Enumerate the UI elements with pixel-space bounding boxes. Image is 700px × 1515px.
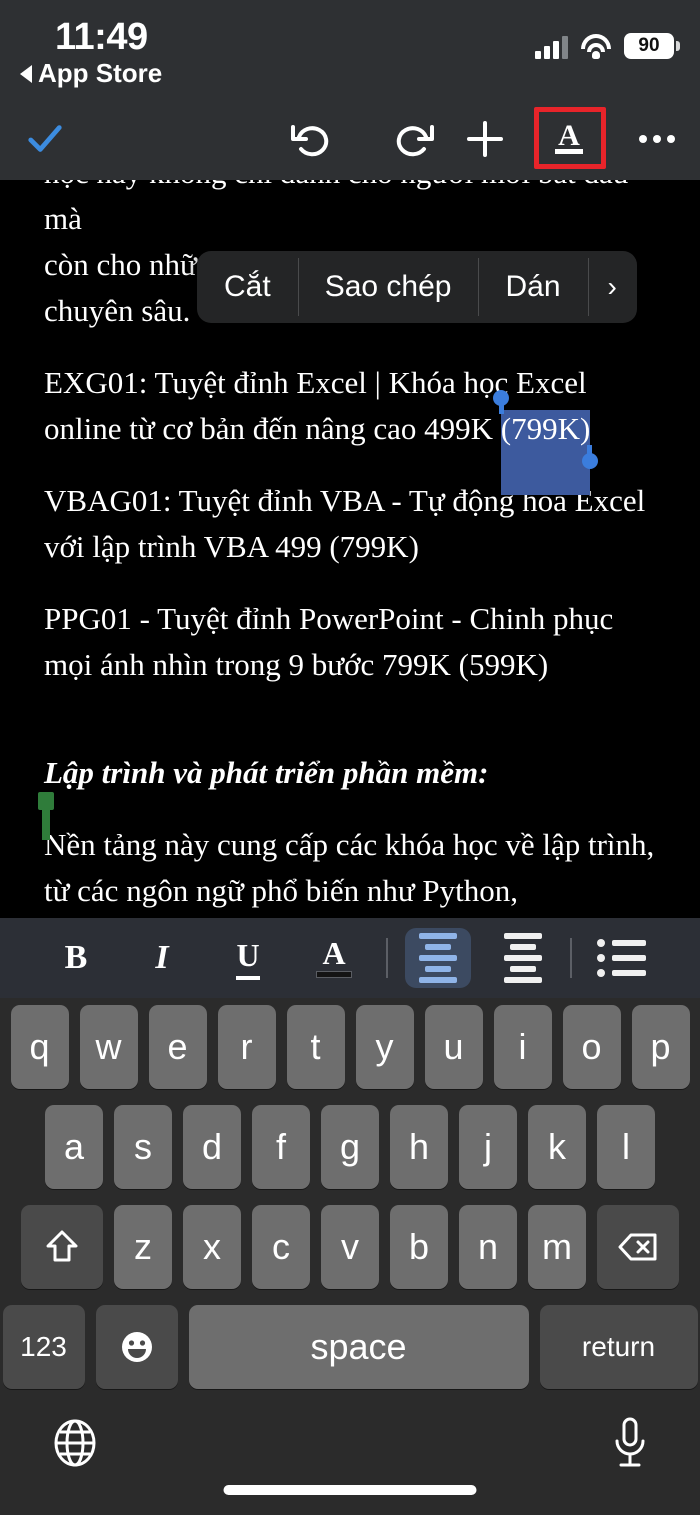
format-button[interactable]: A — [541, 111, 597, 167]
key-n[interactable]: n — [459, 1205, 517, 1289]
underline-label: U — [236, 937, 260, 980]
microphone-key[interactable] — [612, 1416, 648, 1470]
redo-button[interactable] — [385, 111, 441, 167]
context-menu-more-chevron-icon[interactable]: › — [587, 251, 637, 323]
undo-button[interactable] — [284, 111, 340, 167]
insert-button[interactable] — [457, 111, 513, 167]
svg-text:A: A — [558, 119, 580, 152]
selection-extension — [500, 447, 591, 495]
status-bar: 11:49 App Store 90 — [0, 0, 700, 98]
home-indicator[interactable] — [223, 1485, 477, 1495]
context-menu-paste[interactable]: Dán — [478, 251, 587, 323]
more-button[interactable] — [629, 111, 685, 167]
numbers-key[interactable]: 123 — [2, 1305, 85, 1389]
done-check-button[interactable] — [26, 120, 64, 158]
context-menu-cut[interactable]: Cắt — [197, 251, 298, 323]
key-e[interactable]: e — [148, 1005, 207, 1089]
key-r[interactable]: r — [217, 1005, 276, 1089]
text-color-button[interactable]: A — [303, 929, 365, 987]
document-body-after-heading: Nền tảng này cung cấp các khóa học về lậ… — [44, 827, 655, 908]
key-p[interactable]: p — [631, 1005, 690, 1089]
key-s[interactable]: s — [114, 1105, 172, 1189]
phone-screen: 11:49 App Store 90 A mà còn cho những ch… — [0, 0, 700, 1515]
selected-text[interactable]: (799K) — [492, 390, 599, 495]
key-d[interactable]: d — [183, 1105, 241, 1189]
underline-button[interactable]: U — [217, 929, 279, 987]
key-x[interactable]: x — [183, 1205, 241, 1289]
battery-icon: 90 — [624, 33, 680, 59]
key-b[interactable]: b — [390, 1205, 448, 1289]
key-o[interactable]: o — [562, 1005, 621, 1089]
cellular-signal-icon — [535, 35, 568, 59]
align-center-button[interactable] — [492, 929, 554, 987]
return-key[interactable]: return — [539, 1305, 698, 1389]
key-j[interactable]: j — [459, 1105, 517, 1189]
selection-handle-start[interactable] — [492, 390, 509, 406]
shift-icon — [46, 1230, 78, 1262]
key-q[interactable]: q — [10, 1005, 69, 1089]
space-key[interactable]: space — [188, 1305, 529, 1389]
key-y[interactable]: y — [355, 1005, 414, 1089]
format-separator-1 — [386, 938, 388, 978]
globe-key[interactable] — [50, 1418, 100, 1468]
selection-handle-end[interactable] — [582, 453, 599, 469]
context-menu-copy[interactable]: Sao chép — [297, 251, 479, 323]
align-left-button[interactable] — [405, 928, 471, 988]
key-v[interactable]: v — [321, 1205, 379, 1289]
text-caret — [38, 792, 54, 840]
key-z[interactable]: z — [114, 1205, 172, 1289]
ellipsis-icon — [639, 135, 675, 143]
emoji-key[interactable] — [95, 1305, 178, 1389]
text-color-label: A — [322, 935, 346, 971]
key-f[interactable]: f — [252, 1105, 310, 1189]
back-arrow-icon — [20, 64, 32, 83]
backspace-icon — [618, 1233, 657, 1261]
battery-level: 90 — [638, 35, 660, 56]
format-separator-2 — [570, 938, 572, 978]
status-indicators: 90 — [535, 27, 680, 59]
key-c[interactable]: c — [252, 1205, 310, 1289]
key-k[interactable]: k — [528, 1105, 586, 1189]
key-l[interactable]: l — [597, 1105, 655, 1189]
document-paragraph-2: EXG01: Tuyệt đỉnh Excel | Khóa học Excel… — [0, 360, 700, 495]
document-paragraph-3: VBAG01: Tuyệt đỉnh VBA - Tự động hóa Exc… — [44, 483, 646, 564]
key-t[interactable]: t — [286, 1005, 345, 1089]
text-color-swatch — [316, 971, 352, 978]
document-green-heading: Lập trình và phát triển phần mềm: — [44, 755, 489, 790]
keyboard-row-4: 123 space return — [0, 1289, 700, 1389]
key-i[interactable]: i — [493, 1005, 552, 1089]
back-to-app-store[interactable]: App Store — [20, 58, 162, 89]
key-g[interactable]: g — [321, 1105, 379, 1189]
app-toolbar: A — [0, 98, 700, 180]
bullet-list-button[interactable] — [590, 929, 652, 987]
italic-button[interactable]: I — [131, 929, 193, 987]
keyboard-bottom-bar — [0, 1398, 700, 1515]
text-context-menu: Cắt Sao chép Dán › — [197, 251, 637, 323]
format-toolbar: B I U A — [0, 918, 700, 998]
backspace-key[interactable] — [597, 1205, 679, 1289]
key-m[interactable]: m — [528, 1205, 586, 1289]
key-u[interactable]: u — [424, 1005, 483, 1089]
shift-key[interactable] — [21, 1205, 103, 1289]
back-label: App Store — [38, 58, 163, 88]
keyboard-row-2: a s d f g h j k l — [0, 1089, 700, 1189]
status-time: 11:49 — [55, 16, 148, 58]
document-paragraph-4: PPG01 - Tuyệt đỉnh PowerPoint - Chinh ph… — [44, 601, 614, 682]
key-w[interactable]: w — [79, 1005, 138, 1089]
keyboard-row-1: q w e r t y u i o p — [0, 998, 700, 1089]
key-a[interactable]: a — [45, 1105, 103, 1189]
keyboard-row-3: z x c v b n m — [0, 1189, 700, 1289]
wifi-icon — [581, 34, 611, 59]
document-line-clipped: học này không chỉ dành cho người mới bắt… — [44, 180, 628, 236]
bold-button[interactable]: B — [45, 929, 107, 987]
emoji-icon — [121, 1332, 152, 1362]
key-h[interactable]: h — [390, 1105, 448, 1189]
